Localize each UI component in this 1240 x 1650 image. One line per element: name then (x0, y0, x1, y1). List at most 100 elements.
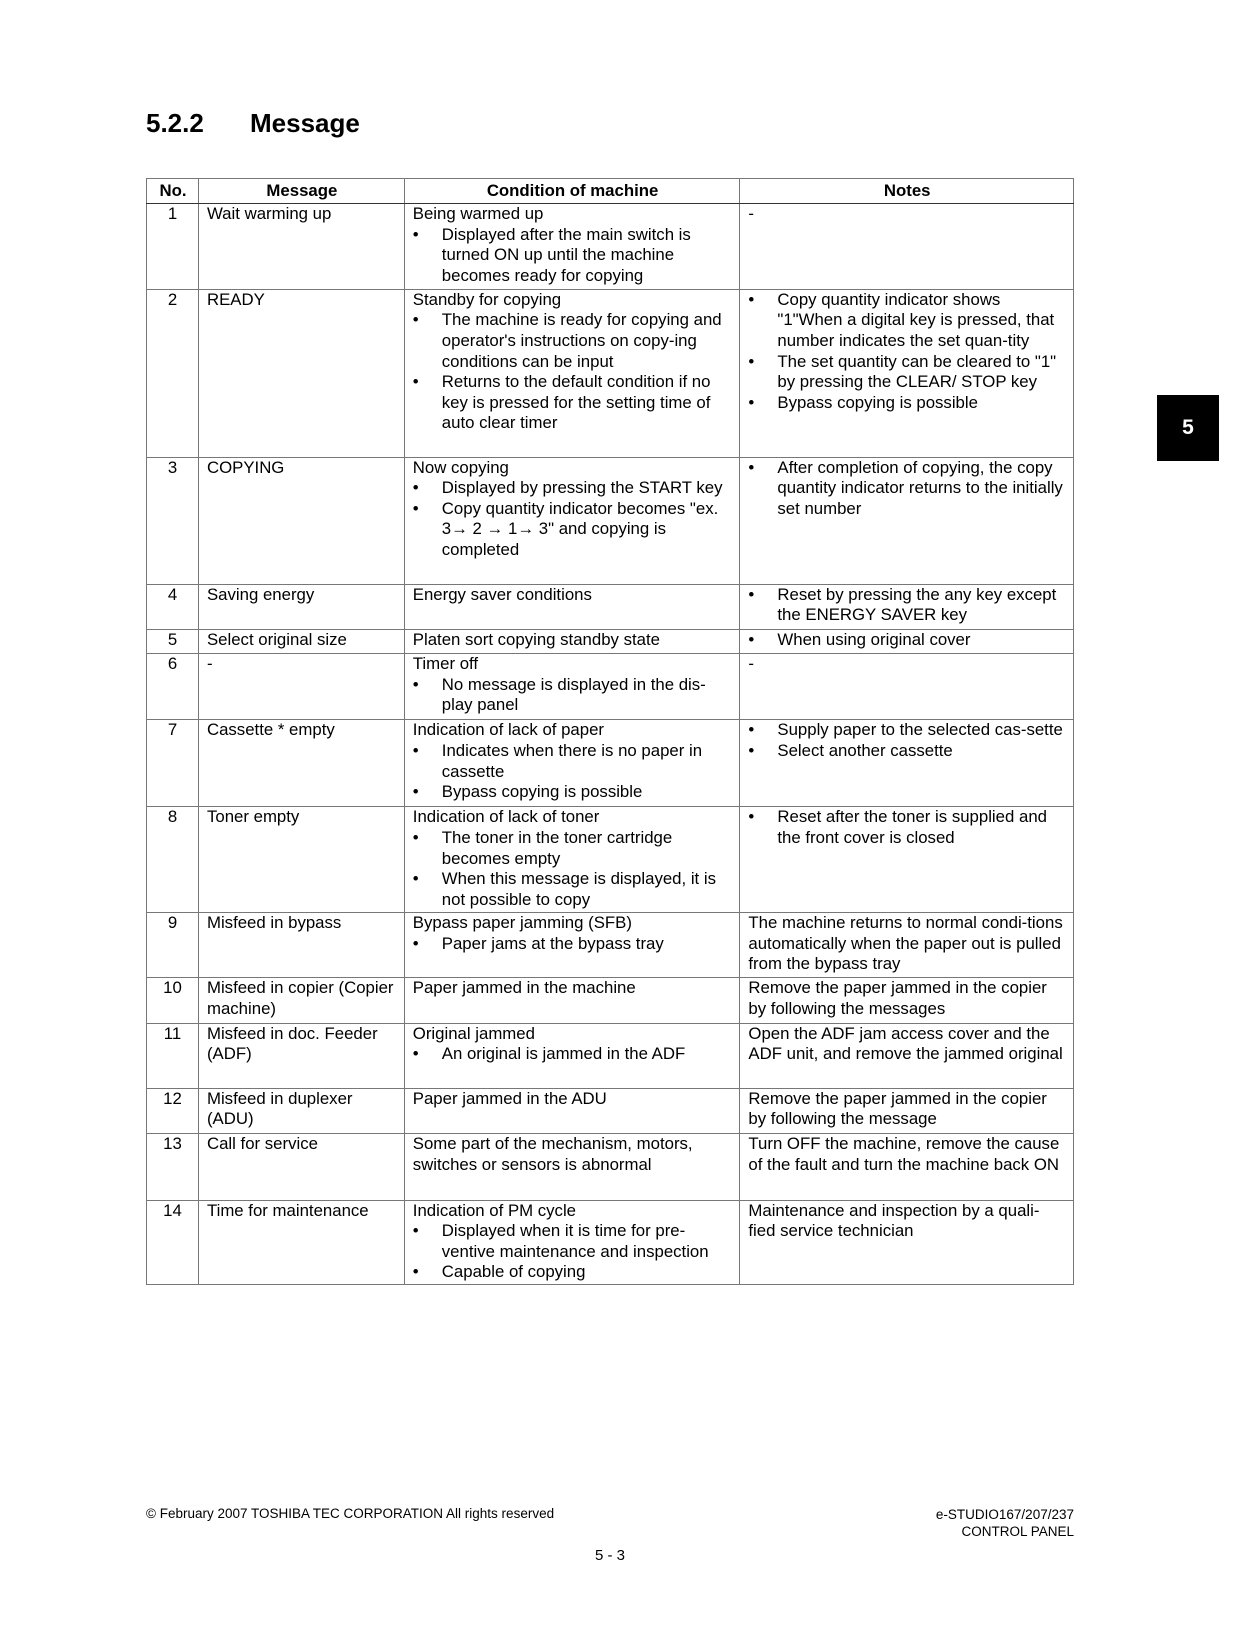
row-number: 8 (146, 806, 199, 913)
notes-bullet-list: Supply paper to the selected cas-setteSe… (748, 720, 1066, 761)
notes-bullet-list: After completion of copying, the copy qu… (748, 458, 1066, 520)
condition-bullet-item: No message is displayed in the dis-play … (413, 675, 733, 716)
table-row: 8Toner emptyIndication of lack of tonerT… (146, 806, 1074, 913)
table-row: 6-Timer offNo message is displayed in th… (146, 653, 1074, 721)
table-row: 13 Call for service Some part of the mecha… (146, 1133, 1074, 1201)
row-notes: Remove the paper jammed in the copier by… (739, 977, 1074, 1024)
row-number: 3 (146, 456, 199, 585)
row-condition: Indication of lack of tonerThe toner in … (403, 806, 741, 913)
notes-bullet-item: After completion of copying, the copy qu… (748, 458, 1066, 520)
condition-bullet-item: Bypass copying is possible (413, 782, 733, 803)
row-notes: Reset by pressing the any key except the… (739, 583, 1074, 631)
condition-bullet-list: Paper jams at the bypass tray (413, 934, 733, 955)
condition-bullet-list: An original is jammed in the ADF (413, 1044, 733, 1065)
condition-bullet-list: The machine is ready for copying and ope… (413, 310, 733, 434)
condition-bullet-list: No message is displayed in the dis-play … (413, 675, 733, 716)
notes-bullet-item: Copy quantity indicator shows "1"When a … (748, 290, 1066, 352)
row-notes: Supply paper to the selected cas-setteSe… (739, 719, 1074, 808)
header-message: Message (197, 178, 405, 204)
row-number: 13 (146, 1133, 199, 1201)
notes-bullet-item: Select another cassette (748, 741, 1066, 762)
condition-bullet-list: Indicates when there is no paper in cass… (413, 741, 733, 803)
row-message: Select original size (197, 629, 405, 655)
row-message: Time for maintenance (197, 1199, 405, 1286)
row-message: Misfeed in bypass (197, 911, 405, 979)
notes-text: Open the ADF jam access cover and the AD… (748, 1023, 1063, 1064)
row-number: 7 (146, 719, 199, 808)
row-number: 1 (146, 203, 199, 290)
row-notes: Turn OFF the machine, remove the cause o… (739, 1133, 1074, 1201)
table-row: 3COPYINGNow copyingDisplayed by pressing… (146, 456, 1074, 585)
notes-bullet-item: The set quantity can be cleared to "1" b… (748, 352, 1066, 393)
row-condition: Bypass paper jamming (SFB)Paper jams at … (403, 911, 741, 979)
row-notes: - (739, 653, 1074, 721)
condition-text: Bypass paper jamming (SFB) (412, 912, 632, 932)
row-message: Toner empty (197, 806, 405, 913)
row-condition: Now copyingDisplayed by pressing the STA… (403, 456, 741, 585)
row-number: 2 (146, 288, 199, 458)
row-number: 4 (146, 583, 199, 631)
condition-text: Paper jammed in the machine (412, 978, 636, 998)
condition-text: Being warmed up (412, 204, 544, 223)
notes-text: - (748, 654, 754, 674)
row-number: 9 (146, 911, 199, 979)
row-condition: Some part of the mechanism, motors, swit… (403, 1133, 741, 1201)
chapter-tab-label: 5 (1182, 416, 1194, 439)
notes-bullet-list: Reset by pressing the any key except the… (748, 585, 1066, 626)
notes-bullet-list: Copy quantity indicator shows "1"When a … (748, 290, 1066, 414)
condition-bullet-item: An original is jammed in the ADF (413, 1044, 733, 1065)
row-notes: - (739, 203, 1074, 290)
row-condition: Platen sort copying standby state (403, 629, 741, 655)
row-message: COPYING (197, 456, 405, 585)
notes-text: Remove the paper jammed in the copier by… (748, 978, 1047, 1018)
row-notes: Remove the paper jammed in the copier by… (739, 1087, 1074, 1135)
notes-bullet-item: Supply paper to the selected cas-sette (748, 720, 1066, 741)
condition-bullet-list: Displayed when it is time for pre-ventiv… (413, 1221, 733, 1283)
condition-bullet-item: Copy quantity indicator becomes "ex. 3→ … (413, 499, 733, 561)
row-notes: After completion of copying, the copy qu… (739, 456, 1074, 585)
section-title: Message (250, 108, 360, 138)
condition-text: Standby for copying (412, 289, 562, 309)
header-no: No. (146, 178, 199, 204)
notes-bullet-item: When using original cover (748, 630, 1066, 651)
row-condition: Timer offNo message is displayed in the … (403, 653, 741, 721)
footer-copyright: © February 2007 TOSHIBA TEC CORPORATION … (146, 1506, 555, 1521)
row-condition: Energy saver conditions (403, 583, 741, 631)
condition-text: Platen sort copying standby state (412, 630, 660, 650)
table-row: 5 Select original size Platen sort copying… (146, 629, 1074, 655)
row-message: Cassette * empty (197, 719, 405, 808)
condition-bullet-item: Displayed when it is time for pre-ventiv… (413, 1221, 733, 1262)
row-condition: Paper jammed in the machine (403, 977, 741, 1024)
footer-model: e-STUDIO167/207/237 (935, 1507, 1074, 1522)
notes-text: Remove the paper jammed in the copier by… (748, 1088, 1047, 1129)
row-number: 10 (146, 977, 199, 1024)
condition-bullet-item: Capable of copying (413, 1262, 733, 1283)
notes-text: Turn OFF the machine, remove the cause o… (748, 1134, 1060, 1174)
condition-text: Indication of lack of toner (412, 807, 600, 827)
row-message: Wait warming up (197, 203, 405, 290)
condition-bullet-item: The toner in the toner cartridge becomes… (413, 828, 733, 869)
notes-bullet-list: When using original cover (748, 630, 1066, 651)
row-number: 5 (146, 629, 199, 655)
header-condition: Condition of machine (403, 178, 741, 204)
section-number: 5.2.2 (146, 108, 204, 138)
condition-text: Timer off (412, 654, 479, 674)
table-row: 7 Cassette * empty Indication of lack of p… (146, 719, 1074, 808)
row-condition: Original jammedAn original is jammed in … (403, 1022, 741, 1089)
page-number: 5 - 3 (594, 1547, 625, 1564)
condition-text: Energy saver conditions (412, 584, 592, 604)
row-number: 6 (146, 653, 199, 721)
condition-text: Indication of PM cycle (412, 1200, 577, 1220)
row-notes: Open the ADF jam access cover and the AD… (739, 1022, 1074, 1089)
row-message: Misfeed in doc. Feeder (ADF) (197, 1022, 405, 1089)
condition-text: Indication of lack of paper (412, 720, 605, 740)
row-message: Saving energy (197, 583, 405, 631)
condition-text: Some part of the mechanism, motors, swit… (412, 1134, 693, 1174)
row-notes: Maintenance and inspection by a quali-fi… (739, 1199, 1074, 1286)
row-condition: Paper jammed in the ADU (403, 1087, 741, 1135)
row-condition: Indication of lack of paperIndicates whe… (403, 719, 741, 808)
notes-bullet-list: Reset after the toner is supplied and th… (748, 807, 1066, 848)
condition-bullet-item: Indicates when there is no paper in cass… (413, 741, 733, 782)
condition-bullet-item: Returns to the default condition if no k… (413, 372, 733, 434)
row-notes: Copy quantity indicator shows "1"When a … (739, 288, 1074, 458)
